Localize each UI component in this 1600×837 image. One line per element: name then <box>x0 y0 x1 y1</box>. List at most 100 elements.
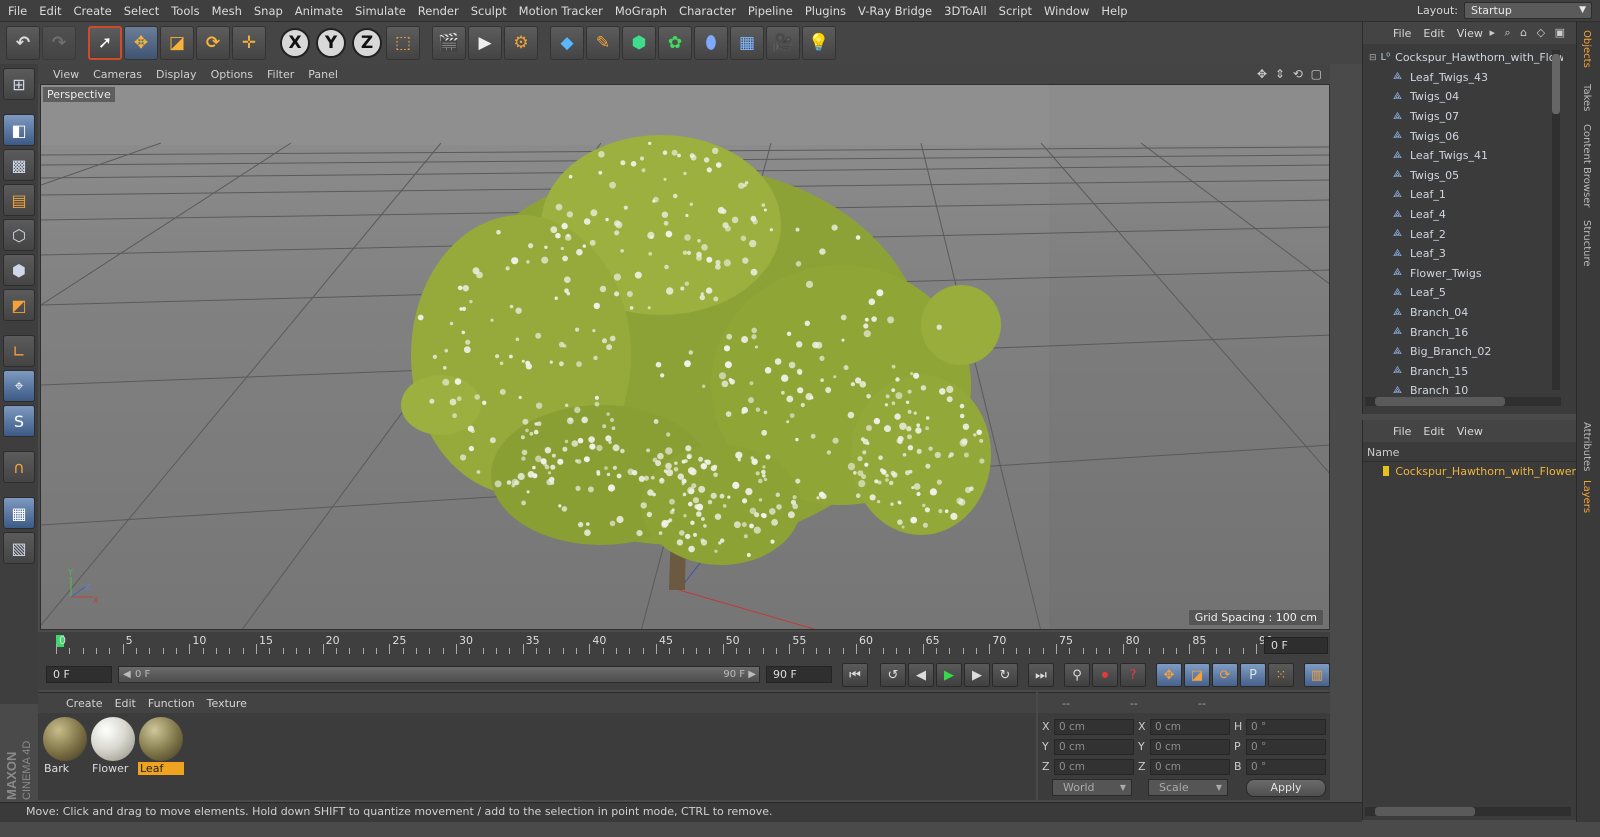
layout-dropdown[interactable]: Startup ▼ <box>1464 2 1592 19</box>
layer-menu-view[interactable]: View <box>1451 425 1489 438</box>
material-menu-edit[interactable]: Edit <box>109 697 142 710</box>
timeline-window-button[interactable]: ▥ <box>1304 663 1330 687</box>
render-settings-button[interactable]: ⚙ <box>504 26 538 60</box>
z-axis-lock-button[interactable]: Z <box>352 28 382 58</box>
tab-objects[interactable]: Objects <box>1581 30 1592 68</box>
object-row[interactable]: ⟁ Branch_15 <box>1363 362 1563 382</box>
record-point-level-button[interactable]: ⁙ <box>1268 663 1294 687</box>
perspective-viewport[interactable]: Y X Z Perspective Grid Spacing : 100 cm <box>40 84 1330 630</box>
position-field[interactable]: 0 cm <box>1054 719 1134 735</box>
subdivision-button[interactable]: ⬢ <box>622 26 656 60</box>
menu-v-ray-bridge[interactable]: V-Ray Bridge <box>852 0 938 22</box>
menu-simulate[interactable]: Simulate <box>349 0 412 22</box>
object-manager-search-icons[interactable]: ▸ ⌕ ⌂ ◇ ▣ <box>1489 26 1568 40</box>
add-cube-button[interactable]: ◆ <box>550 26 584 60</box>
object-row[interactable]: ⟁ Branch_04 <box>1363 303 1563 323</box>
menu-select[interactable]: Select <box>118 0 165 22</box>
rotation-field[interactable]: 0 ° <box>1246 739 1326 755</box>
keyframe-selection-button[interactable]: ⚲ <box>1064 663 1090 687</box>
lock-workplane-button[interactable]: ▦ <box>3 497 35 529</box>
polygons-mode-button[interactable]: ◩ <box>3 289 35 321</box>
light-button[interactable]: 💡 <box>802 26 836 60</box>
viewport-menu-filter[interactable]: Filter <box>260 68 301 81</box>
texture-mode-button[interactable]: ▩ <box>3 149 35 181</box>
menu-plugins[interactable]: Plugins <box>799 0 852 22</box>
position-field[interactable]: 0 cm <box>1054 739 1134 755</box>
viewport-menu-view[interactable]: View <box>46 68 86 81</box>
object-row[interactable]: ⟁ Twigs_04 <box>1363 87 1563 107</box>
object-row[interactable]: ⟁ Leaf_1 <box>1363 185 1563 205</box>
viewport-nav-icons[interactable]: ✥ ⇕ ⟲ ▢ <box>1257 67 1324 81</box>
current-frame-field[interactable]: 0 F <box>1264 637 1328 654</box>
menu-motion-tracker[interactable]: Motion Tracker <box>513 0 609 22</box>
recent-tool-button[interactable]: ✛ <box>232 26 266 60</box>
menu-create[interactable]: Create <box>68 0 118 22</box>
menu-sculpt[interactable]: Sculpt <box>465 0 513 22</box>
planar-workplane-button[interactable]: ▧ <box>3 532 35 564</box>
object-horizontal-scrollbar[interactable] <box>1365 397 1561 406</box>
menu-character[interactable]: Character <box>673 0 742 22</box>
layer-menu-edit[interactable]: Edit <box>1417 425 1450 438</box>
object-row[interactable]: ⟁ Branch_16 <box>1363 322 1563 342</box>
apply-button[interactable]: Apply <box>1246 779 1326 797</box>
record-position-button[interactable]: ✥ <box>1156 663 1182 687</box>
coordinate-system-button[interactable]: ⬚ <box>386 26 420 60</box>
solo-button[interactable]: S <box>3 405 35 437</box>
menu-render[interactable]: Render <box>412 0 465 22</box>
preview-range-slider[interactable]: ◀ 0 F 90 F ▶ <box>118 666 760 683</box>
object-row[interactable]: ⟁ Branch_10 <box>1363 381 1563 394</box>
menu-help[interactable]: Help <box>1095 0 1133 22</box>
autokey-button[interactable]: ? <box>1120 663 1146 687</box>
object-row[interactable]: ⟁ Leaf_4 <box>1363 205 1563 225</box>
menu-snap[interactable]: Snap <box>248 0 289 22</box>
axis-mode-button[interactable]: ∟ <box>3 335 35 367</box>
live-selection-button[interactable]: ➚ <box>88 26 122 60</box>
scrollbar-thumb[interactable] <box>1552 54 1560 114</box>
object-menu-view[interactable]: View <box>1451 27 1489 40</box>
menu-tools[interactable]: Tools <box>165 0 205 22</box>
menu-pipeline[interactable]: Pipeline <box>742 0 799 22</box>
object-row[interactable]: ⟁ Flower_Twigs <box>1363 264 1563 284</box>
menu-3dtoall[interactable]: 3DToAll <box>938 0 993 22</box>
viewport-menu-panel[interactable]: Panel <box>301 68 345 81</box>
play-button[interactable]: ▶ <box>936 663 962 687</box>
scrollbar-thumb[interactable] <box>1375 397 1505 406</box>
coordinate-mode-dropdown[interactable]: Scale ▼ <box>1148 779 1228 796</box>
material-bark[interactable]: Bark <box>42 717 88 775</box>
rotation-field[interactable]: 0 ° <box>1246 719 1326 735</box>
object-row[interactable]: ⟁ Leaf_3 <box>1363 244 1563 264</box>
menu-window[interactable]: Window <box>1038 0 1095 22</box>
previous-key-button[interactable]: ↺ <box>880 663 906 687</box>
render-picture-viewer-button[interactable]: ▶ <box>468 26 502 60</box>
scrollbar-thumb[interactable] <box>1375 807 1475 816</box>
object-menu-edit[interactable]: Edit <box>1417 27 1450 40</box>
points-mode-button[interactable]: ⬡ <box>3 219 35 251</box>
object-row[interactable]: ⟁ Leaf_Twigs_41 <box>1363 146 1563 166</box>
end-frame-field[interactable]: 90 F <box>766 666 832 683</box>
size-field[interactable]: 0 cm <box>1150 719 1230 735</box>
menu-mesh[interactable]: Mesh <box>206 0 248 22</box>
material-menu-texture[interactable]: Texture <box>201 697 253 710</box>
workplane-mode-button[interactable]: ▤ <box>3 184 35 216</box>
go-to-start-button[interactable]: ⏮ <box>842 663 868 687</box>
tab-content-browser[interactable]: Content Browser <box>1581 124 1592 207</box>
next-frame-button[interactable]: ▶ <box>964 663 990 687</box>
record-scale-button[interactable]: ◪ <box>1184 663 1210 687</box>
menu-animate[interactable]: Animate <box>289 0 349 22</box>
model-mode-button[interactable]: ◧ <box>3 114 35 146</box>
viewport-menu-display[interactable]: Display <box>149 68 204 81</box>
viewport-menu-cameras[interactable]: Cameras <box>86 68 149 81</box>
menu-file[interactable]: File <box>2 0 33 22</box>
rotate-tool-button[interactable]: ⟳ <box>196 26 230 60</box>
object-row[interactable]: ⟁ Leaf_5 <box>1363 283 1563 303</box>
position-field[interactable]: 0 cm <box>1054 759 1134 775</box>
object-menu-file[interactable]: File <box>1387 27 1417 40</box>
record-rotation-button[interactable]: ⟳ <box>1212 663 1238 687</box>
layer-color-swatch[interactable] <box>1383 466 1390 476</box>
size-field[interactable]: 0 cm <box>1150 739 1230 755</box>
layer-row[interactable]: Cockspur_Hawthorn_with_Flower <box>1363 462 1576 480</box>
timeline[interactable]: 051015202530354045505560657075808590 0 F <box>38 632 1330 660</box>
material-menu-function[interactable]: Function <box>142 697 201 710</box>
size-field[interactable]: 0 cm <box>1150 759 1230 775</box>
object-row[interactable]: ⟁ Leaf_Twigs_43 <box>1363 68 1563 88</box>
